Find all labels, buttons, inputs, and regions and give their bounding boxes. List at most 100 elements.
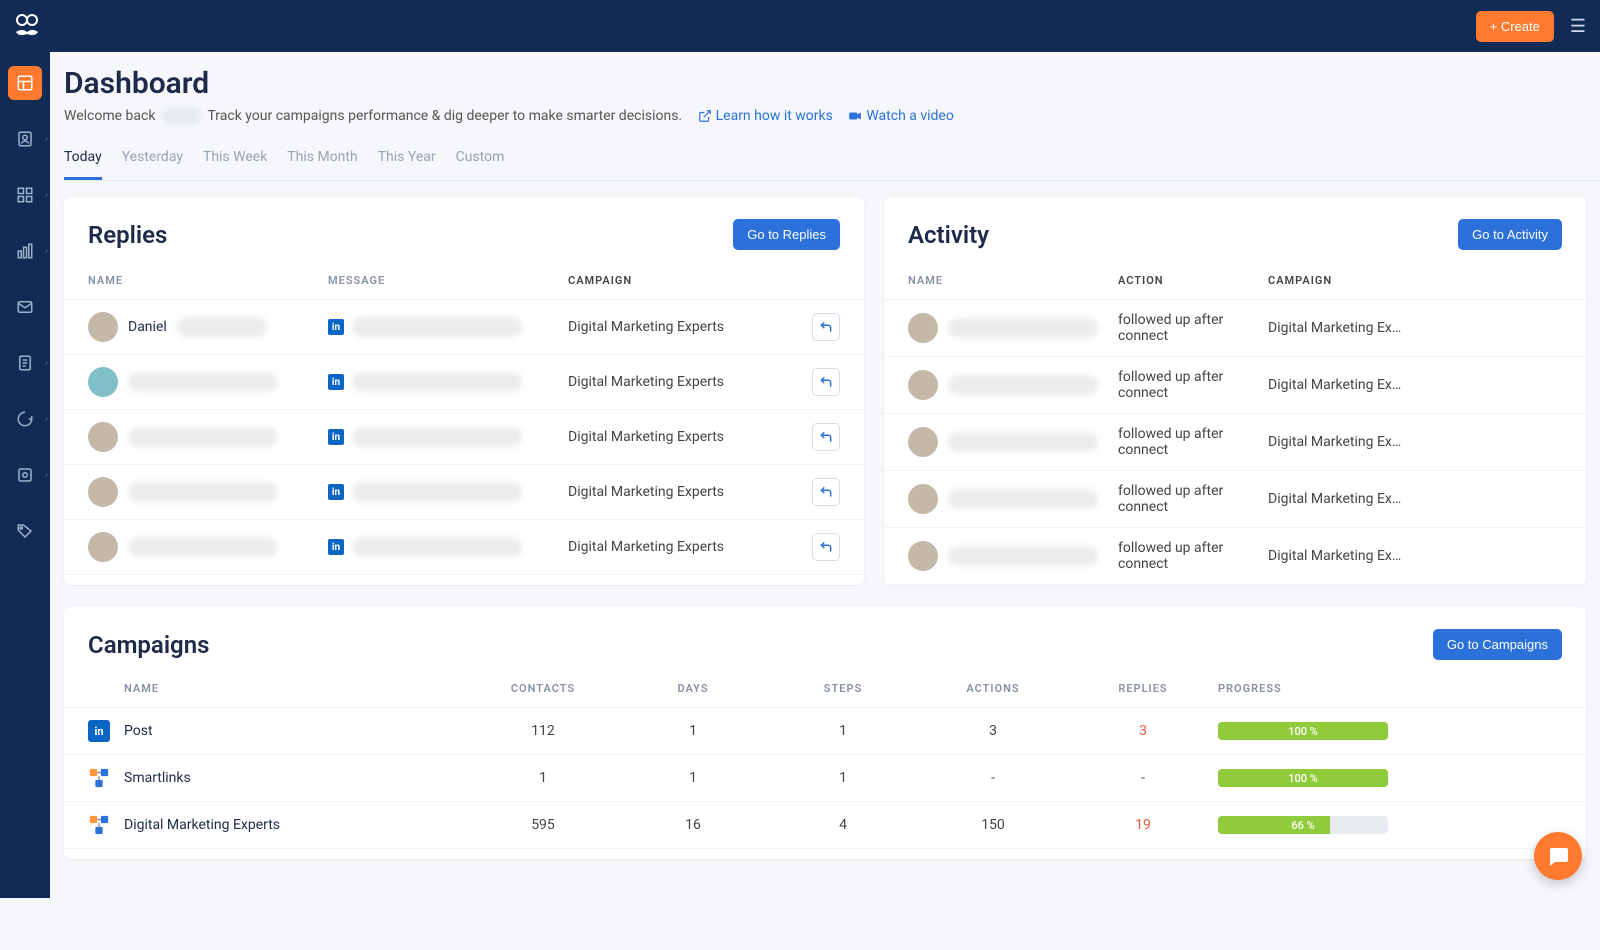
tab-today[interactable]: Today — [64, 141, 102, 180]
progress-bar: 100 % — [1218, 769, 1388, 787]
linkedin-icon: in — [328, 319, 344, 335]
activity-card: Activity Go to Activity NAME ACTION CAMP… — [884, 197, 1586, 585]
activity-campaign: Digital Marketing Ex… — [1268, 491, 1562, 507]
progress-label: 100 % — [1218, 722, 1388, 740]
reply-button[interactable] — [812, 313, 840, 341]
tab-this-week[interactable]: This Week — [203, 141, 267, 180]
redacted — [128, 372, 278, 392]
page-title: Dashboard — [64, 66, 1600, 101]
campaign-name: Digital Marketing Experts — [124, 817, 280, 833]
avatar — [88, 532, 118, 562]
video-icon — [848, 109, 862, 123]
activity-row[interactable]: followed up after connect Digital Market… — [884, 528, 1586, 585]
avatar — [908, 370, 938, 400]
reply-button[interactable] — [812, 368, 840, 396]
campaign-row[interactable]: Smartlinks 1 1 1 - - 100 % — [64, 755, 1586, 802]
linkedin-icon: in — [328, 484, 344, 500]
redacted — [352, 372, 522, 392]
activity-title: Activity — [908, 221, 989, 249]
sidebar-item-tags[interactable] — [8, 514, 42, 548]
tab-yesterday[interactable]: Yesterday — [122, 141, 183, 180]
col-name: NAME — [88, 682, 468, 695]
go-to-campaigns-button[interactable]: Go to Campaigns — [1433, 629, 1562, 660]
create-button[interactable]: + Create — [1476, 11, 1554, 42]
progress-bar: 100 % — [1218, 722, 1388, 740]
campaign-replies: 3 — [1068, 723, 1218, 739]
tab-custom[interactable]: Custom — [456, 141, 505, 180]
sidebar-item-dashboard[interactable] — [8, 66, 42, 100]
progress-bar: 66 % — [1218, 816, 1388, 834]
col-days: DAYS — [618, 682, 768, 695]
campaign-days: 16 — [618, 817, 768, 833]
campaign-replies: - — [1068, 770, 1218, 786]
go-to-activity-button[interactable]: Go to Activity — [1458, 219, 1562, 250]
sidebar-item-settings[interactable]: › — [8, 458, 42, 492]
reply-campaign: Digital Marketing Experts — [568, 374, 800, 390]
chevron-right-icon: › — [45, 246, 48, 256]
reply-icon — [819, 540, 833, 554]
redacted — [948, 489, 1098, 509]
reply-row[interactable]: in Digital Marketing Experts — [64, 410, 864, 465]
activity-campaign: Digital Marketing Ex… — [1268, 320, 1562, 336]
learn-link[interactable]: Learn how it works — [698, 108, 833, 124]
reply-name: Daniel — [128, 319, 167, 335]
campaigns-title: Campaigns — [88, 631, 209, 659]
col-name: NAME — [908, 274, 1118, 287]
col-campaign: CAMPAIGN — [568, 274, 800, 287]
chevron-right-icon: › — [45, 470, 48, 480]
linkedin-icon: in — [328, 539, 344, 555]
redacted — [948, 432, 1098, 452]
reply-button[interactable] — [812, 478, 840, 506]
col-actions: ACTIONS — [918, 682, 1068, 695]
campaigns-card: Campaigns Go to Campaigns NAME CONTACTS … — [64, 607, 1586, 859]
sidebar-item-sync[interactable]: › — [8, 402, 42, 436]
welcome-prefix: Welcome back — [64, 108, 155, 124]
avatar — [908, 484, 938, 514]
tab-this-month[interactable]: This Month — [287, 141, 357, 180]
go-to-replies-button[interactable]: Go to Replies — [733, 219, 840, 250]
campaign-row[interactable]: Digital Marketing Experts 595 16 4 150 1… — [64, 802, 1586, 849]
chevron-right-icon: › — [45, 190, 48, 200]
activity-row[interactable]: followed up after connect Digital Market… — [884, 357, 1586, 414]
reply-button[interactable] — [812, 423, 840, 451]
chat-widget[interactable] — [1534, 832, 1582, 880]
redacted — [128, 537, 278, 557]
sidebar-item-documents[interactable]: › — [8, 346, 42, 380]
linkedin-icon: in — [328, 429, 344, 445]
activity-row[interactable]: followed up after connect Digital Market… — [884, 471, 1586, 528]
tab-this-year[interactable]: This Year — [378, 141, 436, 180]
campaign-steps: 1 — [768, 723, 918, 739]
learn-link-text: Learn how it works — [716, 108, 833, 124]
reply-row[interactable]: in Digital Marketing Experts — [64, 520, 864, 575]
sidebar-item-analytics[interactable]: › — [8, 234, 42, 268]
activity-campaign: Digital Marketing Ex… — [1268, 434, 1562, 450]
campaign-days: 1 — [618, 723, 768, 739]
reply-row[interactable]: Daniel in Digital Marketing Experts — [64, 300, 864, 355]
reply-row[interactable]: in Digital Marketing Experts — [64, 465, 864, 520]
sidebar-item-apps[interactable]: › — [8, 178, 42, 212]
activity-campaign: Digital Marketing Ex… — [1268, 548, 1562, 564]
reply-campaign: Digital Marketing Experts — [568, 484, 800, 500]
progress-label: 66 % — [1218, 816, 1388, 834]
app-logo — [10, 9, 44, 43]
chevron-right-icon: › — [45, 358, 48, 368]
activity-row[interactable]: followed up after connect Digital Market… — [884, 414, 1586, 471]
campaign-steps: 4 — [768, 817, 918, 833]
reply-button[interactable] — [812, 533, 840, 561]
sidebar-item-inbox[interactable] — [8, 290, 42, 324]
menu-icon[interactable]: ☰ — [1570, 16, 1586, 37]
activity-row[interactable]: followed up after connect Digital Market… — [884, 300, 1586, 357]
watch-video-link[interactable]: Watch a video — [848, 108, 953, 124]
campaign-row[interactable]: inPost 112 1 1 3 3 100 % — [64, 708, 1586, 755]
avatar — [908, 427, 938, 457]
sidebar: › › › › › › — [0, 52, 50, 898]
chevron-right-icon: › — [45, 414, 48, 424]
sidebar-item-contacts[interactable]: › — [8, 122, 42, 156]
activity-campaign: Digital Marketing Ex… — [1268, 377, 1562, 393]
campaign-days: 1 — [618, 770, 768, 786]
linkedin-icon: in — [88, 720, 110, 742]
reply-campaign: Digital Marketing Experts — [568, 319, 800, 335]
progress-label: 100 % — [1218, 769, 1388, 787]
campaign-steps: 1 — [768, 770, 918, 786]
reply-row[interactable]: in Digital Marketing Experts — [64, 355, 864, 410]
